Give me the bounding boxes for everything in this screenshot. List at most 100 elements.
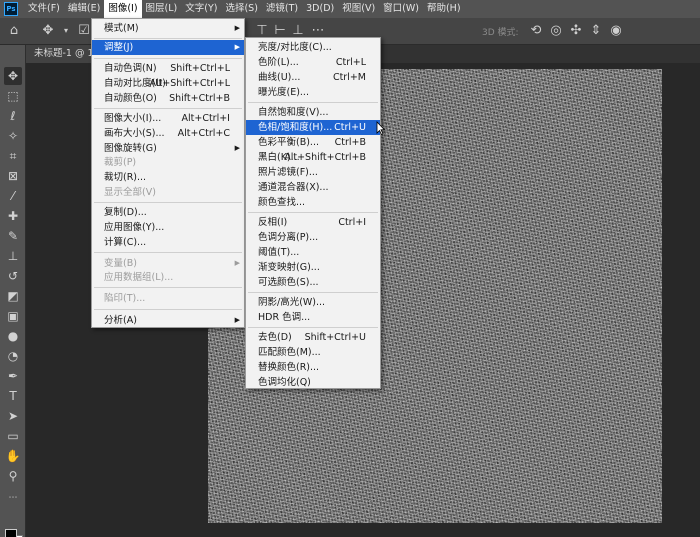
adjust-menu-item-8[interactable]: 照片滤镜(F)... [246, 165, 380, 180]
clone-stamp-icon[interactable]: ⊥ [4, 247, 22, 265]
gradient-icon[interactable]: ▣ [4, 307, 22, 325]
foreground-color-swatch[interactable] [5, 529, 17, 537]
image-menu-item-13[interactable]: 计算(C)... [92, 235, 244, 250]
adjust-menu-item-13[interactable]: 阈值(T)... [246, 245, 380, 260]
image-menu-item-7[interactable]: 图像旋转(G) ▶ [92, 141, 244, 156]
adjust-menu-item-label: 色调分离(P)... [258, 232, 319, 243]
adjust-menu-item-0[interactable]: 亮度/对比度(C)... [246, 40, 380, 55]
image-menu-item-9[interactable]: 裁切(R)... [92, 170, 244, 185]
adjust-menu-item-1[interactable]: 色阶(L)... Ctrl+L [246, 55, 380, 70]
brush-icon[interactable]: ✎ [4, 227, 22, 245]
image-menu-item-14[interactable]: 变量(B) ▶ [92, 256, 244, 271]
adjust-menu-item-shortcut: Ctrl+B [334, 137, 366, 148]
menu-window[interactable]: 窗口(W) [379, 0, 423, 18]
adjust-menu-item-4[interactable]: 自然饱和度(V)... [246, 105, 380, 120]
adjust-menu-item-label: 曲线(U)... [258, 72, 301, 83]
adjustments-submenu: 亮度/对比度(C)... 色阶(L)... Ctrl+L 曲线(U)... Ctrl+M… [245, 37, 381, 389]
image-menu-item-15[interactable]: 应用数据组(L)... [92, 270, 244, 285]
3d-orbit-icon[interactable]: ⟲ [528, 23, 544, 39]
marquee-icon[interactable]: ⬚ [4, 87, 22, 105]
move-tool-icon[interactable]: ✥ [40, 23, 56, 39]
image-menu-item-10[interactable]: 显示全部(V) [92, 185, 244, 200]
image-menu-item-1[interactable]: 调整(J) ▶ [92, 40, 244, 55]
menu-view[interactable]: 视图(V) [338, 0, 379, 18]
adjust-menu-item-label: 曝光度(E)... [258, 87, 309, 98]
image-menu-item-5[interactable]: 图像大小(I)... Alt+Ctrl+I [92, 111, 244, 126]
menu-edit[interactable]: 编辑(E) [64, 0, 104, 18]
image-menu-item-label: 复制(D)... [104, 207, 147, 218]
zoom-icon[interactable]: ⚲ [4, 467, 22, 485]
rectangle-icon[interactable]: ▭ [4, 427, 22, 445]
image-menu-item-8[interactable]: 裁剪(P) [92, 155, 244, 170]
hand-icon[interactable]: ✋ [4, 447, 22, 465]
menu-layer[interactable]: 图层(L) [142, 0, 182, 18]
image-menu-item-label: 计算(C)... [104, 237, 147, 248]
image-menu-item-label: 自动颜色(O) [104, 93, 157, 104]
chevron-down-icon[interactable]: ▾ [58, 23, 74, 39]
adjust-menu-item-18[interactable]: 去色(D) Shift+Ctrl+U [246, 330, 380, 345]
3d-slide-icon[interactable]: ⇕ [588, 23, 604, 39]
adjust-menu-item-21[interactable]: 色调均化(Q) [246, 375, 380, 390]
image-menu-item-shortcut: Alt+Ctrl+I [181, 113, 231, 124]
adjust-menu-item-label: 亮度/对比度(C)... [258, 42, 332, 53]
tools-panel: ✥ ⬚ ℓ ✧ ⌗ ⊠ ⁄ ✚ ✎ ⊥ ↺ ◩ ▣ ● ◔ ✒ T ➤ ▭ ✋ … [0, 45, 26, 537]
adjust-menu-item-20[interactable]: 替换颜色(R)... [246, 360, 380, 375]
eyedropper-icon[interactable]: ⁄ [4, 187, 22, 205]
lasso-icon[interactable]: ℓ [4, 107, 22, 125]
image-menu-item-0[interactable]: 模式(M) ▶ [92, 21, 244, 36]
adjust-menu-item-5[interactable]: 色相/饱和度(H)... Ctrl+U [246, 120, 380, 135]
menu-3d[interactable]: 3D(D) [302, 0, 338, 18]
move-icon[interactable]: ✥ [4, 67, 22, 85]
dodge-icon[interactable]: ◔ [4, 347, 22, 365]
edit-toolbar-icon[interactable]: ⋯ [4, 489, 22, 507]
magic-wand-icon[interactable]: ✧ [4, 127, 22, 145]
frame-icon[interactable]: ⊠ [4, 167, 22, 185]
adjust-menu-item-17[interactable]: HDR 色调... [246, 310, 380, 325]
adjust-menu-item-10[interactable]: 颜色查找... [246, 195, 380, 210]
image-menu-item-3[interactable]: 自动对比度(U) Alt+Shift+Ctrl+L [92, 76, 244, 91]
3d-camera-icon[interactable]: ◉ [608, 23, 624, 39]
menu-help[interactable]: 帮助(H) [423, 0, 465, 18]
adjust-menu-item-9[interactable]: 通道混合器(X)... [246, 180, 380, 195]
healing-brush-icon[interactable]: ✚ [4, 207, 22, 225]
eraser-icon[interactable]: ◩ [4, 287, 22, 305]
adjust-menu-item-3[interactable]: 曝光度(E)... [246, 85, 380, 100]
menu-filter[interactable]: 滤镜(T) [262, 0, 302, 18]
menu-separator [248, 212, 378, 213]
adjust-menu-item-11[interactable]: 反相(I) Ctrl+I [246, 215, 380, 230]
adjust-menu-item-14[interactable]: 渐变映射(G)... [246, 260, 380, 275]
image-menu-item-label: 裁剪(P) [104, 157, 137, 168]
adjust-menu-item-12[interactable]: 色调分离(P)... [246, 230, 380, 245]
menu-separator [94, 287, 242, 288]
image-menu-item-11[interactable]: 复制(D)... [92, 205, 244, 220]
image-menu-item-17[interactable]: 分析(A) ▶ [92, 313, 244, 328]
auto-select-checkbox[interactable]: ☑ [76, 23, 92, 39]
menu-image[interactable]: 图像(I) [104, 0, 142, 18]
image-menu-item-2[interactable]: 自动色调(N) Shift+Ctrl+L [92, 61, 244, 76]
pen-icon[interactable]: ✒ [4, 367, 22, 385]
home-icon[interactable]: ⌂ [6, 23, 22, 39]
menu-type[interactable]: 文字(Y) [181, 0, 221, 18]
menu-select[interactable]: 选择(S) [221, 0, 261, 18]
3d-roll-icon[interactable]: ◎ [548, 23, 564, 39]
image-menu-item-6[interactable]: 画布大小(S)... Alt+Ctrl+C [92, 126, 244, 141]
path-select-icon[interactable]: ➤ [4, 407, 22, 425]
adjust-menu-item-15[interactable]: 可选颜色(S)... [246, 275, 380, 290]
menu-separator [94, 38, 242, 39]
image-menu-item-label: 图像旋转(G) [104, 143, 157, 154]
adjust-menu-item-19[interactable]: 匹配颜色(M)... [246, 345, 380, 360]
menu-file[interactable]: 文件(F) [24, 0, 64, 18]
3d-pan-icon[interactable]: ✣ [568, 23, 584, 39]
crop-icon[interactable]: ⌗ [4, 147, 22, 165]
image-menu-item-16[interactable]: 陷印(T)... [92, 291, 244, 306]
adjust-menu-item-6[interactable]: 色彩平衡(B)... Ctrl+B [246, 135, 380, 150]
type-icon[interactable]: T [4, 387, 22, 405]
adjust-menu-item-16[interactable]: 阴影/高光(W)... [246, 295, 380, 310]
adjust-menu-item-7[interactable]: 黑白(K)... Alt+Shift+Ctrl+B [246, 150, 380, 165]
image-menu-item-12[interactable]: 应用图像(Y)... [92, 220, 244, 235]
adjust-menu-item-2[interactable]: 曲线(U)... Ctrl+M [246, 70, 380, 85]
blur-icon[interactable]: ● [4, 327, 22, 345]
image-menu-item-4[interactable]: 自动颜色(O) Shift+Ctrl+B [92, 91, 244, 106]
history-brush-icon[interactable]: ↺ [4, 267, 22, 285]
submenu-arrow-icon: ▶ [234, 259, 240, 267]
